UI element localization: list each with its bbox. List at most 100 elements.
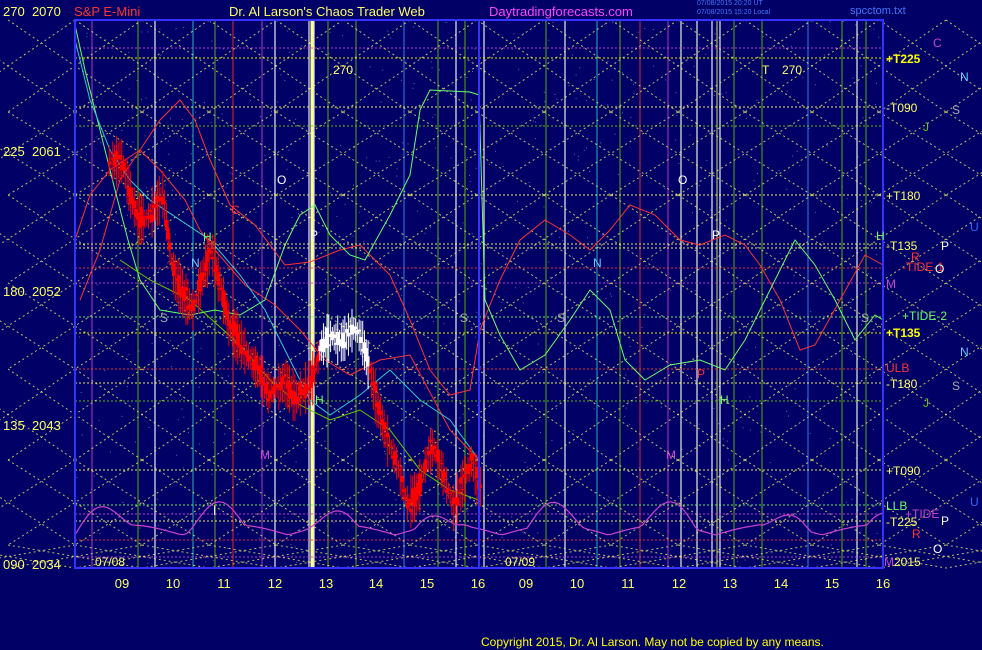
star-dot (873, 428, 874, 430)
star-dot (339, 299, 341, 301)
price-bar-body (461, 488, 465, 490)
star-dot (518, 68, 520, 70)
star-dot (128, 51, 130, 53)
price-bar-body (357, 329, 361, 332)
star-dot (676, 114, 678, 116)
star-dot (610, 295, 612, 297)
planet-label: S (952, 103, 961, 117)
price-bar-body (462, 474, 466, 478)
star-dot (609, 293, 611, 295)
star-dot (210, 122, 212, 123)
star-dot (499, 464, 501, 466)
star-dot (430, 61, 432, 63)
star-dot (740, 251, 742, 253)
star-dot (461, 556, 463, 558)
star-dot (300, 45, 302, 47)
price-bar-body (118, 154, 122, 160)
price-bar-body (366, 356, 370, 367)
star-dot (678, 496, 680, 498)
price-bar-body (154, 203, 158, 208)
star-dot (148, 265, 150, 267)
star-dot (876, 254, 878, 256)
star-dot (548, 261, 550, 263)
star-dot (100, 142, 102, 144)
star-dot (121, 415, 123, 417)
star-dot (450, 157, 452, 159)
star-dot (255, 211, 257, 213)
star-dot (702, 523, 704, 525)
chart-mark: R (911, 250, 920, 264)
star-dot (99, 533, 101, 535)
star-dot (524, 461, 526, 463)
star-dot (151, 343, 153, 345)
star-dot (713, 94, 715, 96)
price-bar-body (163, 200, 167, 204)
star-dot (141, 98, 142, 100)
star-dot (80, 217, 82, 219)
star-dot (630, 116, 632, 118)
star-dot (725, 92, 727, 94)
star-dot (445, 22, 447, 23)
star-dot (586, 147, 587, 149)
star-dot (501, 251, 503, 252)
price-bar-body (387, 443, 391, 446)
star-dot (737, 153, 739, 155)
star-dot (476, 311, 478, 313)
star-dot (448, 105, 450, 107)
star-dot (265, 517, 267, 519)
price-bar-body (389, 446, 393, 448)
star-dot (181, 408, 183, 410)
star-dot (651, 259, 653, 261)
star-dot (438, 69, 440, 71)
star-dot (217, 47, 219, 49)
star-dot (122, 445, 123, 447)
price-bar-body (177, 275, 181, 294)
star-dot (447, 494, 448, 496)
price-bar-body (296, 397, 300, 401)
star-dot (549, 277, 551, 279)
price-bar-body (359, 336, 363, 343)
price-bar-body (123, 168, 127, 171)
star-dot (369, 66, 371, 68)
site-link[interactable]: Daytradingforecasts.com (489, 4, 633, 19)
star-dot (138, 350, 140, 352)
star-dot (737, 560, 738, 562)
star-dot (172, 512, 174, 514)
star-dot (689, 134, 691, 136)
price-bar-body (425, 461, 429, 463)
star-dot (681, 448, 683, 450)
star-dot (183, 27, 185, 28)
star-dot (706, 160, 708, 161)
star-dot (188, 182, 190, 184)
price-bar-body (314, 363, 318, 365)
copyright-notice: Copyright 2015, Dr. Al Larson. May not b… (481, 635, 824, 649)
planet-label: P (941, 239, 950, 253)
star-dot (729, 327, 731, 329)
price-bar-body (195, 293, 199, 296)
star-dot (698, 185, 700, 186)
price-bar-body (111, 153, 115, 155)
star-dot (227, 548, 229, 549)
star-dot (268, 415, 270, 417)
star-dot (431, 67, 433, 69)
chart-mark: 270 (333, 63, 354, 77)
star-dot (527, 287, 529, 288)
star-dot (873, 28, 875, 30)
star-dot (109, 451, 111, 453)
star-dot (132, 108, 133, 110)
star-dot (648, 527, 650, 529)
star-dot (224, 433, 226, 435)
star-dot (413, 321, 415, 323)
star-dot (589, 378, 591, 380)
price-bar-body (427, 450, 431, 456)
price-bar-body (209, 250, 213, 254)
star-dot (762, 35, 764, 37)
star-dot (705, 53, 707, 55)
chart-mark: P (697, 367, 706, 381)
star-dot (363, 241, 365, 243)
x-label: 15 (419, 576, 435, 591)
star-dot (501, 301, 503, 303)
star-dot (336, 215, 338, 217)
price-bar-body (448, 492, 452, 495)
star-dot (86, 36, 88, 38)
